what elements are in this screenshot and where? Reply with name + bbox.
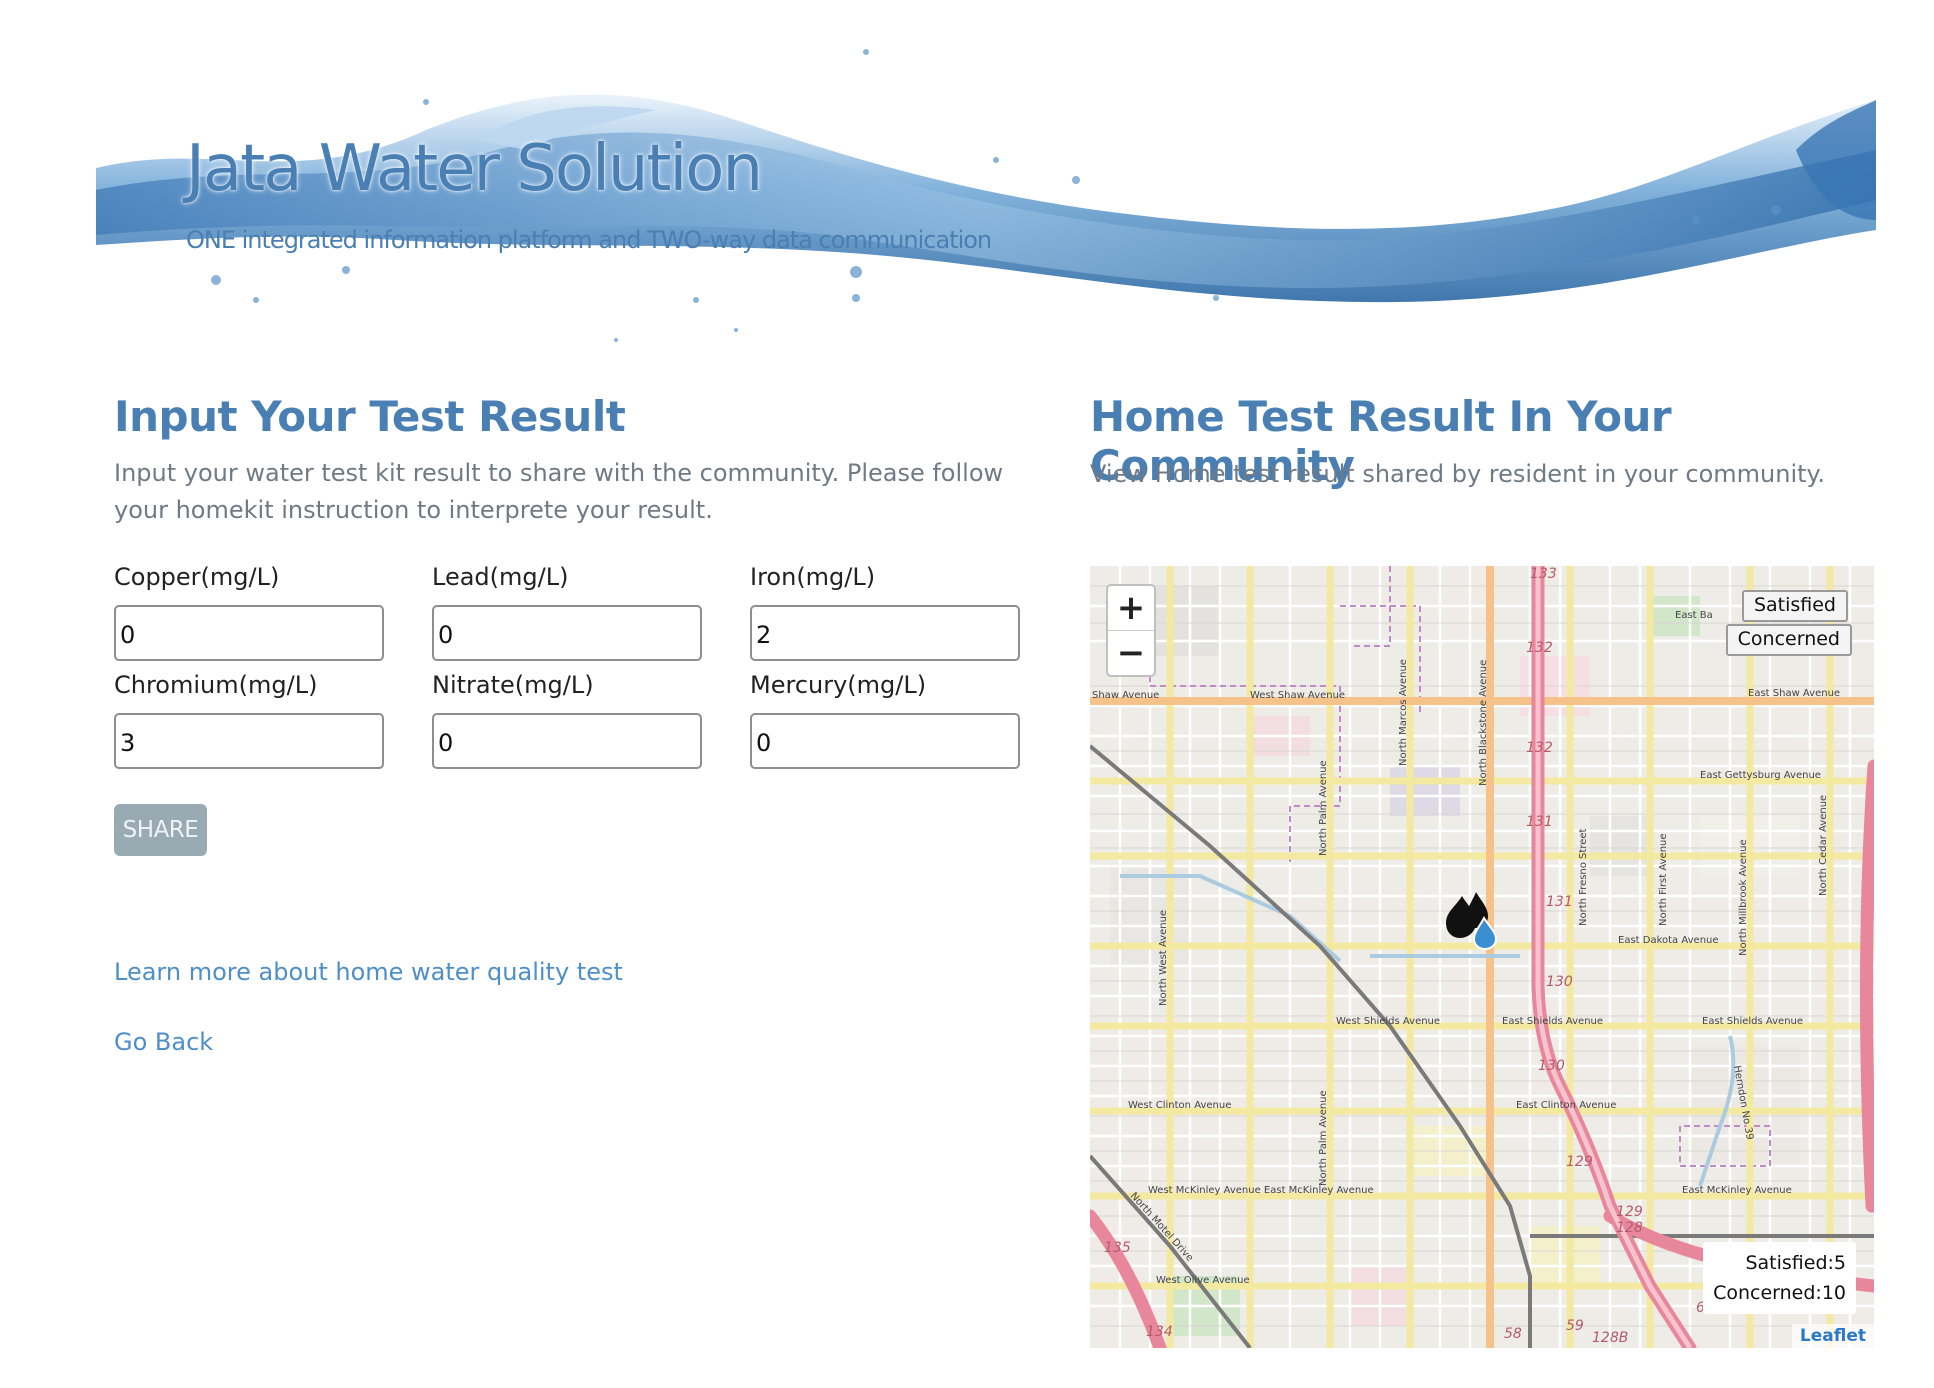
route-label: 128B: [1592, 1330, 1628, 1346]
chromium-input[interactable]: [114, 713, 384, 769]
route-label: 134: [1146, 1324, 1173, 1340]
street-label-west-ave: North West Avenue: [1158, 910, 1169, 1006]
learn-more-link[interactable]: Learn more about home water quality test: [114, 958, 623, 986]
copper-label: Copper(mg/L): [114, 563, 280, 591]
route-label: 130: [1538, 1058, 1565, 1074]
street-label-dakota: East Dakota Avenue: [1618, 935, 1719, 946]
route-label: 59: [1566, 1318, 1584, 1334]
street-label-marcos: North Marcos Avenue: [1398, 659, 1409, 766]
street-label-fresno: North Fresno Street: [1578, 828, 1589, 926]
route-label: 132: [1526, 740, 1553, 756]
street-label-shields-w: West Shields Avenue: [1336, 1016, 1440, 1027]
copper-input[interactable]: [114, 605, 384, 661]
street-label-millbrook: North Millbrook Avenue: [1738, 839, 1749, 956]
nitrate-label: Nitrate(mg/L): [432, 671, 594, 699]
iron-field: Iron(mg/L): [750, 563, 1020, 661]
mercury-field: Mercury(mg/L): [750, 671, 1020, 769]
satisfied-filter-button[interactable]: Satisfied: [1741, 590, 1848, 622]
route-label: 133: [1530, 566, 1557, 582]
satisfied-count: Satisfied:5: [1745, 1252, 1846, 1274]
community-map[interactable]: Shaw Avenue West Shaw Avenue East Shaw A…: [1090, 566, 1874, 1348]
input-section: Input Your Test Result Input your water …: [114, 392, 1024, 769]
site-title: Jata Water Solution: [186, 132, 763, 206]
water-drop-marker-icon[interactable]: [1446, 892, 1502, 955]
street-label-ashlan: East Ba: [1675, 610, 1713, 621]
community-section-description: View Home test result shared by resident…: [1090, 460, 1825, 488]
street-label-palm: North Palm Avenue: [1318, 760, 1329, 856]
street-label-cedar: North Cedar Avenue: [1818, 795, 1829, 896]
mercury-label: Mercury(mg/L): [750, 671, 927, 699]
street-label-first: North First Avenue: [1658, 833, 1669, 926]
street-label-mckinley-e: East McKinley Avenue: [1682, 1185, 1792, 1196]
lead-field: Lead(mg/L): [432, 563, 702, 661]
zoom-out-button[interactable]: −: [1108, 630, 1154, 675]
input-section-title: Input Your Test Result: [114, 392, 626, 441]
street-label-shaw-e: East Shaw Avenue: [1748, 688, 1840, 699]
site-subtitle: ONE integrated information platform and …: [186, 226, 992, 254]
test-result-form: Copper(mg/L) Lead(mg/L) Iron(mg/L) Chrom…: [114, 563, 1024, 769]
input-section-description: Input your water test kit result to shar…: [114, 459, 1004, 524]
street-label-shaw-edge: Shaw Avenue: [1092, 690, 1159, 701]
street-label-clinton-e: East Clinton Avenue: [1516, 1100, 1616, 1111]
header-banner: Jata Water Solution ONE integrated infor…: [96, 40, 1876, 360]
concerned-count: Concerned:10: [1713, 1282, 1846, 1304]
street-label-shields-c: East Shields Avenue: [1502, 1016, 1603, 1027]
map-tiles: Shaw Avenue West Shaw Avenue East Shaw A…: [1090, 566, 1874, 1348]
concerned-filter-button[interactable]: Concerned: [1725, 624, 1852, 656]
route-label: 128: [1616, 1220, 1643, 1236]
street-label-palm-2: North Palm Avenue: [1318, 1090, 1329, 1186]
route-label: 131: [1546, 894, 1573, 910]
mercury-input[interactable]: [750, 713, 1020, 769]
route-label: 131: [1526, 814, 1553, 830]
copper-field: Copper(mg/L): [114, 563, 384, 661]
result-counts: Satisfied:5 Concerned:10: [1703, 1242, 1856, 1314]
route-label: 132: [1526, 640, 1553, 656]
go-back-link[interactable]: Go Back: [114, 1028, 213, 1056]
lead-input[interactable]: [432, 605, 702, 661]
route-label: 58: [1504, 1326, 1522, 1342]
lead-label: Lead(mg/L): [432, 563, 569, 591]
route-label: 129: [1616, 1204, 1643, 1220]
chromium-field: Chromium(mg/L): [114, 671, 384, 769]
route-label: 135: [1104, 1240, 1131, 1256]
street-label-olive: West Olive Avenue: [1156, 1275, 1250, 1286]
zoom-control: + −: [1106, 584, 1156, 677]
street-label-mckinley-w: West McKinley Avenue East McKinley Avenu…: [1148, 1185, 1374, 1196]
leaflet-attribution-link[interactable]: Leaflet: [1791, 1324, 1874, 1348]
street-label-clinton-w: West Clinton Avenue: [1128, 1100, 1231, 1111]
nitrate-input[interactable]: [432, 713, 702, 769]
nitrate-field: Nitrate(mg/L): [432, 671, 702, 769]
share-button[interactable]: SHARE: [114, 804, 207, 856]
street-label-blackstone: North Blackstone Avenue: [1478, 660, 1489, 786]
zoom-in-button[interactable]: +: [1108, 586, 1154, 630]
route-label: 130: [1546, 974, 1573, 990]
route-label: 129: [1566, 1154, 1593, 1170]
chromium-label: Chromium(mg/L): [114, 671, 318, 699]
street-label-gettysburg: East Gettysburg Avenue: [1700, 770, 1821, 781]
iron-input[interactable]: [750, 605, 1020, 661]
street-label-shaw-w: West Shaw Avenue: [1250, 690, 1345, 701]
iron-label: Iron(mg/L): [750, 563, 876, 591]
street-label-shields-e: East Shields Avenue: [1702, 1016, 1803, 1027]
